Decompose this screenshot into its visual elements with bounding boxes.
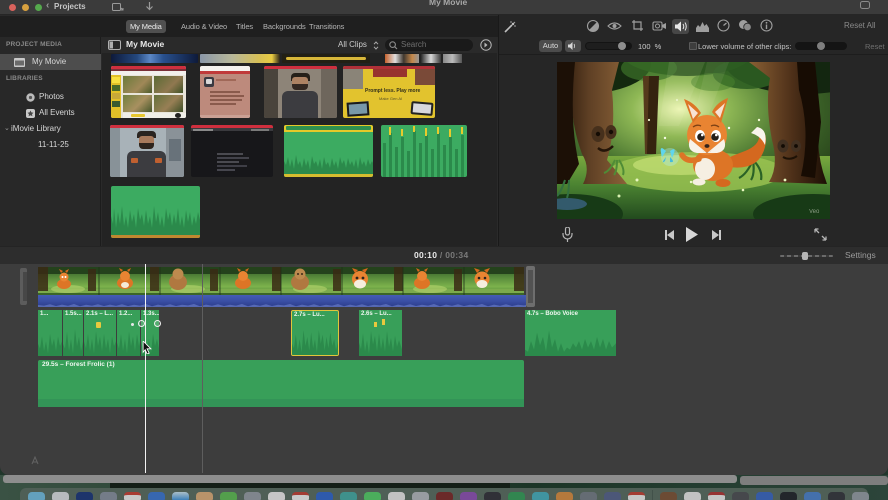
svg-text:Veo: Veo xyxy=(809,209,820,215)
